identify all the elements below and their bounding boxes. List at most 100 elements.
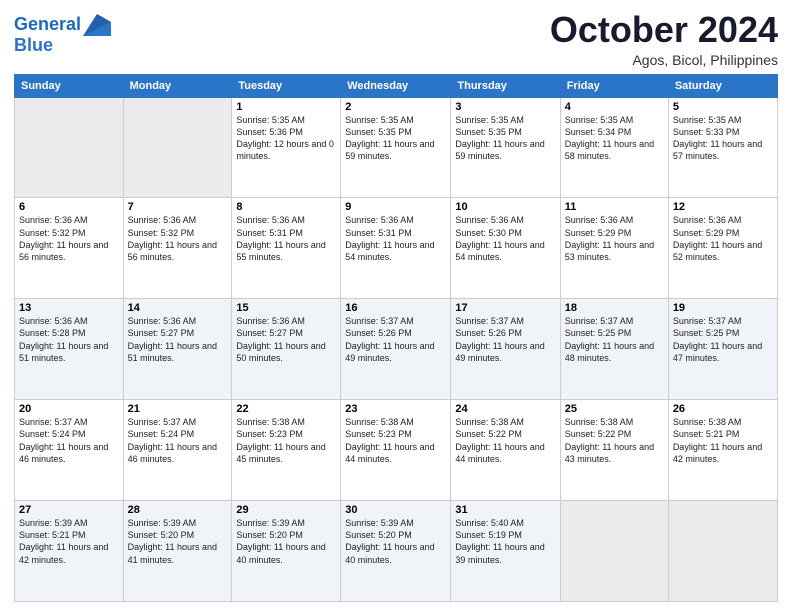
cell-date: 21 xyxy=(128,403,228,415)
cell-info: Sunrise: 5:36 AM Sunset: 5:29 PM Dayligh… xyxy=(673,214,773,263)
cell-date: 27 xyxy=(19,504,119,516)
table-row xyxy=(668,501,777,602)
logo-text: General xyxy=(14,15,81,35)
cell-date: 11 xyxy=(565,201,664,213)
calendar-table: Sunday Monday Tuesday Wednesday Thursday… xyxy=(14,74,778,602)
cell-info: Sunrise: 5:38 AM Sunset: 5:23 PM Dayligh… xyxy=(345,416,446,465)
cell-date: 30 xyxy=(345,504,446,516)
cell-info: Sunrise: 5:37 AM Sunset: 5:24 PM Dayligh… xyxy=(128,416,228,465)
cell-date: 20 xyxy=(19,403,119,415)
table-row: 23Sunrise: 5:38 AM Sunset: 5:23 PM Dayli… xyxy=(341,400,451,501)
cell-info: Sunrise: 5:35 AM Sunset: 5:34 PM Dayligh… xyxy=(565,114,664,163)
cell-date: 1 xyxy=(236,101,336,113)
logo: General Blue xyxy=(14,14,111,56)
cell-info: Sunrise: 5:37 AM Sunset: 5:26 PM Dayligh… xyxy=(455,315,555,364)
cell-info: Sunrise: 5:39 AM Sunset: 5:21 PM Dayligh… xyxy=(19,517,119,566)
table-row xyxy=(123,97,232,198)
cell-date: 14 xyxy=(128,302,228,314)
cell-info: Sunrise: 5:36 AM Sunset: 5:32 PM Dayligh… xyxy=(19,214,119,263)
cell-info: Sunrise: 5:37 AM Sunset: 5:25 PM Dayligh… xyxy=(673,315,773,364)
table-row: 9Sunrise: 5:36 AM Sunset: 5:31 PM Daylig… xyxy=(341,198,451,299)
cell-info: Sunrise: 5:36 AM Sunset: 5:27 PM Dayligh… xyxy=(236,315,336,364)
table-row: 6Sunrise: 5:36 AM Sunset: 5:32 PM Daylig… xyxy=(15,198,124,299)
cell-info: Sunrise: 5:38 AM Sunset: 5:23 PM Dayligh… xyxy=(236,416,336,465)
table-row: 14Sunrise: 5:36 AM Sunset: 5:27 PM Dayli… xyxy=(123,299,232,400)
table-row: 15Sunrise: 5:36 AM Sunset: 5:27 PM Dayli… xyxy=(232,299,341,400)
cell-date: 13 xyxy=(19,302,119,314)
table-row: 27Sunrise: 5:39 AM Sunset: 5:21 PM Dayli… xyxy=(15,501,124,602)
cell-info: Sunrise: 5:36 AM Sunset: 5:31 PM Dayligh… xyxy=(345,214,446,263)
table-row: 10Sunrise: 5:36 AM Sunset: 5:30 PM Dayli… xyxy=(451,198,560,299)
cell-info: Sunrise: 5:35 AM Sunset: 5:33 PM Dayligh… xyxy=(673,114,773,163)
cell-date: 26 xyxy=(673,403,773,415)
col-saturday: Saturday xyxy=(668,74,777,97)
cell-info: Sunrise: 5:36 AM Sunset: 5:30 PM Dayligh… xyxy=(455,214,555,263)
week-row-3: 20Sunrise: 5:37 AM Sunset: 5:24 PM Dayli… xyxy=(15,400,778,501)
cell-date: 29 xyxy=(236,504,336,516)
table-row: 16Sunrise: 5:37 AM Sunset: 5:26 PM Dayli… xyxy=(341,299,451,400)
month-title: October 2024 xyxy=(550,10,778,50)
logo-blue: Blue xyxy=(14,36,111,56)
cell-date: 10 xyxy=(455,201,555,213)
cell-date: 3 xyxy=(455,101,555,113)
cell-info: Sunrise: 5:37 AM Sunset: 5:25 PM Dayligh… xyxy=(565,315,664,364)
cell-date: 2 xyxy=(345,101,446,113)
cell-info: Sunrise: 5:36 AM Sunset: 5:32 PM Dayligh… xyxy=(128,214,228,263)
cell-info: Sunrise: 5:39 AM Sunset: 5:20 PM Dayligh… xyxy=(345,517,446,566)
col-tuesday: Tuesday xyxy=(232,74,341,97)
table-row xyxy=(560,501,668,602)
cell-date: 28 xyxy=(128,504,228,516)
week-row-1: 6Sunrise: 5:36 AM Sunset: 5:32 PM Daylig… xyxy=(15,198,778,299)
cell-info: Sunrise: 5:36 AM Sunset: 5:28 PM Dayligh… xyxy=(19,315,119,364)
cell-info: Sunrise: 5:36 AM Sunset: 5:27 PM Dayligh… xyxy=(128,315,228,364)
cell-info: Sunrise: 5:38 AM Sunset: 5:22 PM Dayligh… xyxy=(455,416,555,465)
cell-date: 9 xyxy=(345,201,446,213)
table-row: 26Sunrise: 5:38 AM Sunset: 5:21 PM Dayli… xyxy=(668,400,777,501)
cell-info: Sunrise: 5:39 AM Sunset: 5:20 PM Dayligh… xyxy=(128,517,228,566)
cell-date: 12 xyxy=(673,201,773,213)
cell-info: Sunrise: 5:37 AM Sunset: 5:24 PM Dayligh… xyxy=(19,416,119,465)
cell-date: 5 xyxy=(673,101,773,113)
cell-date: 18 xyxy=(565,302,664,314)
cell-date: 19 xyxy=(673,302,773,314)
title-block: October 2024 Agos, Bicol, Philippines xyxy=(550,10,778,68)
cell-date: 4 xyxy=(565,101,664,113)
cell-date: 23 xyxy=(345,403,446,415)
calendar-header-row: Sunday Monday Tuesday Wednesday Thursday… xyxy=(15,74,778,97)
cell-date: 15 xyxy=(236,302,336,314)
cell-info: Sunrise: 5:37 AM Sunset: 5:26 PM Dayligh… xyxy=(345,315,446,364)
cell-info: Sunrise: 5:36 AM Sunset: 5:31 PM Dayligh… xyxy=(236,214,336,263)
logo-icon xyxy=(83,14,111,36)
table-row: 20Sunrise: 5:37 AM Sunset: 5:24 PM Dayli… xyxy=(15,400,124,501)
col-monday: Monday xyxy=(123,74,232,97)
table-row: 24Sunrise: 5:38 AM Sunset: 5:22 PM Dayli… xyxy=(451,400,560,501)
table-row: 28Sunrise: 5:39 AM Sunset: 5:20 PM Dayli… xyxy=(123,501,232,602)
table-row: 22Sunrise: 5:38 AM Sunset: 5:23 PM Dayli… xyxy=(232,400,341,501)
table-row: 13Sunrise: 5:36 AM Sunset: 5:28 PM Dayli… xyxy=(15,299,124,400)
table-row: 17Sunrise: 5:37 AM Sunset: 5:26 PM Dayli… xyxy=(451,299,560,400)
table-row: 21Sunrise: 5:37 AM Sunset: 5:24 PM Dayli… xyxy=(123,400,232,501)
cell-info: Sunrise: 5:40 AM Sunset: 5:19 PM Dayligh… xyxy=(455,517,555,566)
cell-date: 17 xyxy=(455,302,555,314)
header: General Blue October 2024 Agos, Bicol, P… xyxy=(14,10,778,68)
table-row: 12Sunrise: 5:36 AM Sunset: 5:29 PM Dayli… xyxy=(668,198,777,299)
table-row xyxy=(15,97,124,198)
col-thursday: Thursday xyxy=(451,74,560,97)
col-friday: Friday xyxy=(560,74,668,97)
table-row: 4Sunrise: 5:35 AM Sunset: 5:34 PM Daylig… xyxy=(560,97,668,198)
cell-date: 16 xyxy=(345,302,446,314)
week-row-4: 27Sunrise: 5:39 AM Sunset: 5:21 PM Dayli… xyxy=(15,501,778,602)
table-row: 25Sunrise: 5:38 AM Sunset: 5:22 PM Dayli… xyxy=(560,400,668,501)
table-row: 5Sunrise: 5:35 AM Sunset: 5:33 PM Daylig… xyxy=(668,97,777,198)
subtitle: Agos, Bicol, Philippines xyxy=(550,52,778,68)
cell-date: 22 xyxy=(236,403,336,415)
table-row: 7Sunrise: 5:36 AM Sunset: 5:32 PM Daylig… xyxy=(123,198,232,299)
week-row-2: 13Sunrise: 5:36 AM Sunset: 5:28 PM Dayli… xyxy=(15,299,778,400)
table-row: 1Sunrise: 5:35 AM Sunset: 5:36 PM Daylig… xyxy=(232,97,341,198)
cell-info: Sunrise: 5:38 AM Sunset: 5:22 PM Dayligh… xyxy=(565,416,664,465)
table-row: 19Sunrise: 5:37 AM Sunset: 5:25 PM Dayli… xyxy=(668,299,777,400)
col-wednesday: Wednesday xyxy=(341,74,451,97)
table-row: 11Sunrise: 5:36 AM Sunset: 5:29 PM Dayli… xyxy=(560,198,668,299)
cell-info: Sunrise: 5:39 AM Sunset: 5:20 PM Dayligh… xyxy=(236,517,336,566)
cell-info: Sunrise: 5:38 AM Sunset: 5:21 PM Dayligh… xyxy=(673,416,773,465)
